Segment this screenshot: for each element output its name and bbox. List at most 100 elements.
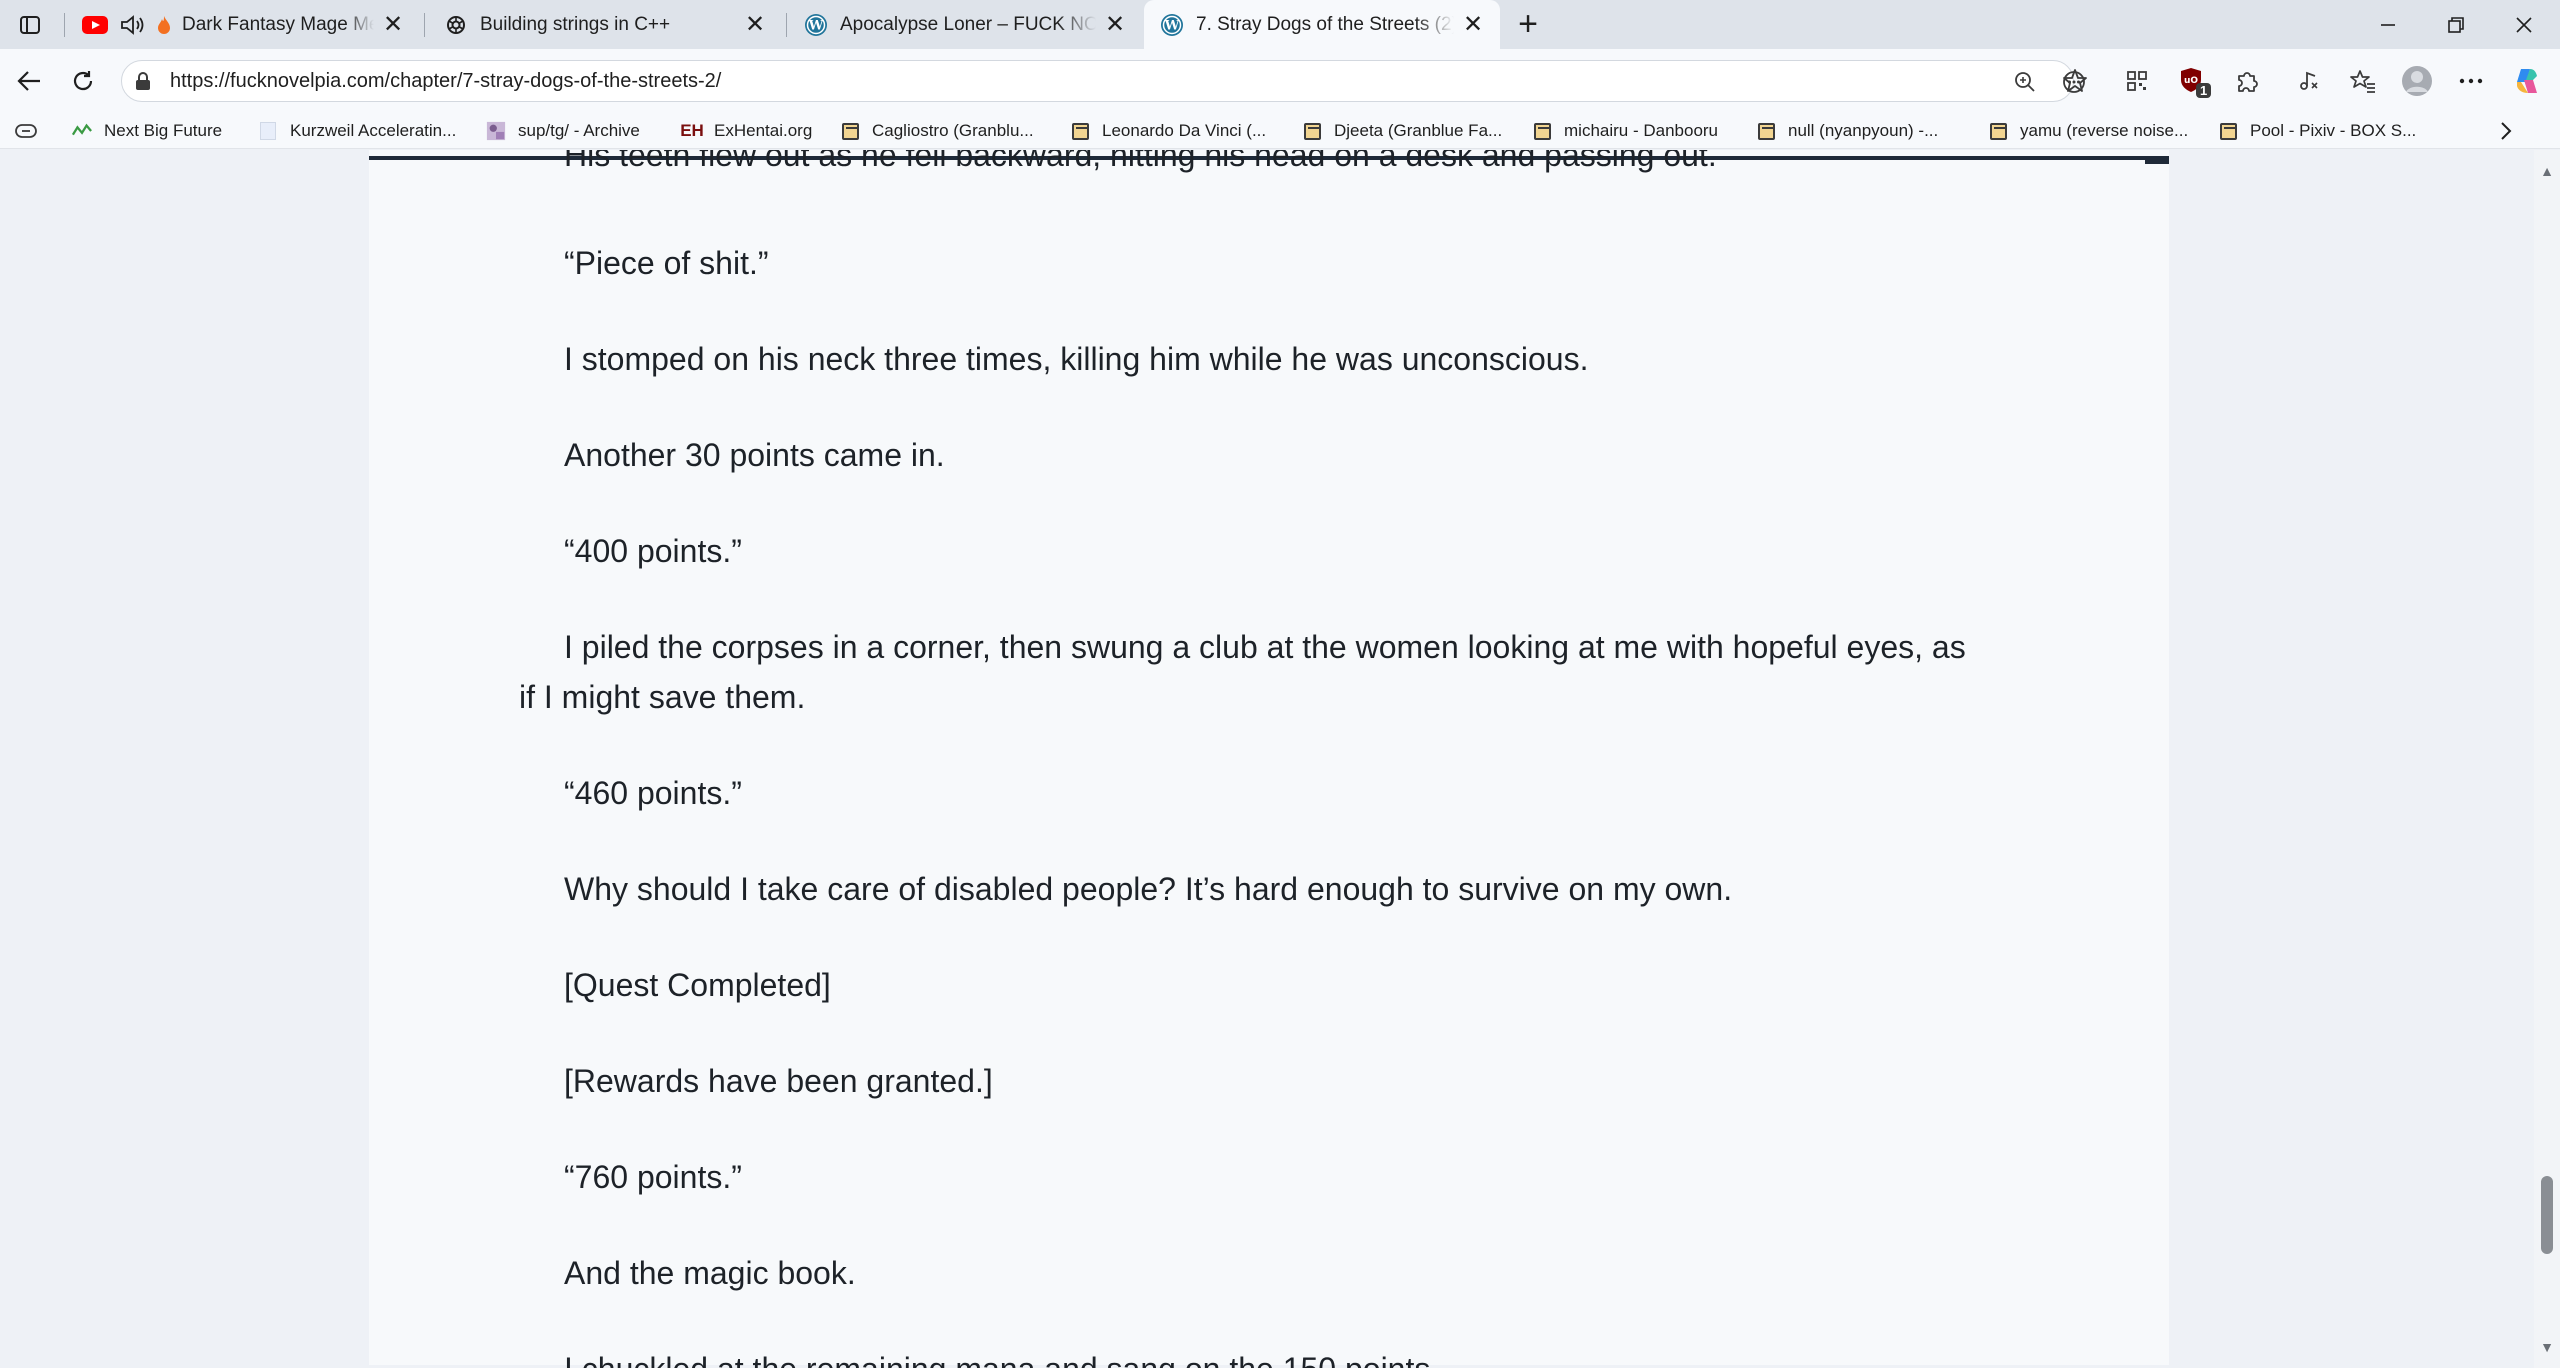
bookmarks-bar: Next Big Future Kurzweil Acceleratin... … [0, 113, 2560, 149]
new-tab-button[interactable]: + [1506, 5, 1550, 43]
bookmark-next-big-future[interactable]: Next Big Future [72, 118, 222, 144]
bookmark-pool-pixiv[interactable]: Pool - Pixiv - BOX S... [2218, 118, 2416, 144]
bookmark-djeeta[interactable]: Djeeta (Granblue Fa... [1302, 118, 1502, 144]
tab-apocalypse-loner[interactable]: W Apocalypse Loner – FUCK NOVELPIA ✕ [788, 0, 1142, 49]
bookmark-label: michairu - Danbooru [1564, 121, 1719, 140]
refresh-icon [73, 71, 93, 91]
restore-button[interactable] [2420, 0, 2492, 49]
close-tab-icon[interactable]: ✕ [1460, 11, 1486, 38]
music-note-icon [2300, 71, 2318, 90]
audio-muted-icon[interactable] [118, 14, 146, 36]
favorites-button[interactable] [2342, 61, 2384, 101]
paragraph: Why should I take care of disabled peopl… [564, 871, 1733, 907]
chapter-content: His teeth flew out as he fell backward, … [369, 150, 2169, 1368]
zoom-icon[interactable] [2010, 69, 2040, 95]
bookmark-null-nyanpyoun[interactable]: null (nyanpyoun) -... [1756, 118, 1938, 144]
fire-icon [156, 13, 172, 37]
openai-icon [444, 13, 468, 37]
tab-title: Building strings in C++ [480, 13, 671, 35]
more-bookmarks-button[interactable] [2498, 118, 2514, 144]
close-tab-icon[interactable]: ✕ [742, 11, 768, 38]
chevron-right-icon [2501, 122, 2512, 140]
wordpress-icon: W [1160, 13, 1184, 37]
qr-code-button[interactable] [2116, 61, 2158, 101]
favorites-list-icon [2350, 70, 2375, 93]
qr-code-icon [2127, 71, 2147, 91]
folder-icon [1302, 121, 1322, 141]
paragraph: I piled the corpses in a corner, then sw… [519, 629, 1966, 715]
more-horizontal-icon [2459, 78, 2483, 84]
bookmark-label: yamu (reverse noise... [2020, 121, 2189, 140]
folder-icon [840, 121, 860, 141]
tab-actions-icon [20, 16, 40, 34]
back-arrow-icon [17, 71, 40, 91]
profile-button[interactable] [2396, 61, 2438, 101]
tab-actions-menu-button[interactable] [8, 8, 52, 42]
paragraph: “460 points.” [564, 775, 742, 811]
tab-stray-dogs-active[interactable]: W 7. Stray Dogs of the Streets (2) – FUC… [1144, 0, 1500, 49]
reading-list-button[interactable] [14, 118, 38, 144]
wordpress-icon: W [804, 13, 828, 37]
paragraph: “Piece of shit.” [564, 245, 769, 281]
close-icon [2516, 16, 2532, 33]
scroll-up-arrow-icon[interactable]: ▲ [2534, 160, 2560, 182]
paragraph: [Rewards have been granted.] [564, 1063, 993, 1099]
nbf-icon [72, 121, 92, 141]
bookmark-label: Next Big Future [104, 121, 223, 140]
archive-icon [486, 121, 506, 141]
favorite-star-button[interactable] [2054, 61, 2096, 101]
tab-strip: Dark Fantasy Mage Meta ✕ Building string… [0, 0, 2560, 49]
vertical-scrollbar[interactable]: ▲ ▼ [2534, 150, 2560, 1368]
paragraph: “760 points.” [564, 1159, 742, 1195]
bookmark-label: Pool - Pixiv - BOX S... [2250, 121, 2417, 140]
bookmark-cagliostro[interactable]: Cagliostro (Granblu... [840, 118, 1034, 144]
bookmark-exhentai[interactable]: EH ExHentai.org [680, 118, 813, 144]
media-control-button[interactable] [2288, 61, 2330, 101]
scroll-down-arrow-icon[interactable]: ▼ [2534, 1336, 2560, 1358]
close-tab-icon[interactable]: ✕ [380, 11, 406, 38]
folder-icon [1756, 121, 1776, 141]
avatar-icon [2402, 66, 2432, 96]
close-tab-icon[interactable]: ✕ [1102, 11, 1128, 38]
paragraph-partial-bottom: I chuckled at the remaining mana and san… [564, 1344, 2024, 1368]
refresh-button[interactable] [62, 61, 104, 101]
header-divider-end [2145, 156, 2169, 164]
tab-building-strings[interactable]: Building strings in C++ ✕ [428, 0, 782, 49]
bookmark-michairu[interactable]: michairu - Danbooru [1532, 118, 1718, 144]
paragraph: Another 30 points came in. [564, 437, 945, 473]
settings-menu-button[interactable] [2450, 61, 2492, 101]
extensions-button[interactable] [2226, 61, 2268, 101]
ublock-extension-button[interactable]: uO 1 [2172, 61, 2214, 101]
tab-dark-fantasy-mage[interactable]: Dark Fantasy Mage Meta ✕ [66, 0, 420, 49]
bookmark-label: sup/tg/ - Archive [518, 121, 640, 140]
bookmark-kurzweil[interactable]: Kurzweil Acceleratin... [258, 118, 456, 144]
bookmark-label: ExHentai.org [714, 121, 813, 140]
bookmark-label: Djeeta (Granblue Fa... [1334, 121, 1503, 140]
star-icon [2063, 69, 2087, 92]
svg-text:W: W [808, 18, 824, 33]
bookmark-label: null (nyanpyoun) -... [1788, 121, 1939, 140]
paragraph: “400 points.” [564, 533, 742, 569]
bookmark-yamu[interactable]: yamu (reverse noise... [1988, 118, 2188, 144]
url-text[interactable]: https://fucknovelpia.com/chapter/7-stray… [170, 70, 721, 93]
bookmark-leonardo-da-vinci[interactable]: Leonardo Da Vinci (... [1070, 118, 1266, 144]
minimize-button[interactable] [2352, 0, 2424, 49]
back-button[interactable] [8, 61, 50, 101]
paragraph: I stomped on his neck three times, killi… [564, 341, 1589, 377]
lock-icon[interactable] [132, 70, 154, 92]
tab-title: Dark Fantasy Mage Meta [182, 13, 374, 35]
eh-icon: EH [680, 121, 704, 140]
paragraph: And the magic book. [564, 1255, 856, 1291]
svg-text:W: W [1164, 18, 1180, 33]
folder-icon [1070, 121, 1090, 141]
copilot-icon [2517, 69, 2537, 93]
minimize-icon [2381, 23, 2395, 26]
bookmark-sup-tg-archive[interactable]: sup/tg/ - Archive [486, 118, 640, 144]
scrollbar-thumb[interactable] [2541, 1176, 2553, 1254]
copilot-button[interactable] [2506, 61, 2548, 101]
bookmark-label: Kurzweil Acceleratin... [290, 121, 457, 140]
restore-icon [2448, 16, 2464, 33]
close-window-button[interactable] [2488, 0, 2560, 49]
address-bar[interactable]: https://fucknovelpia.com/chapter/7-stray… [121, 60, 2085, 102]
tab-title: Apocalypse Loner – FUCK NOVELPIA [840, 13, 1096, 35]
